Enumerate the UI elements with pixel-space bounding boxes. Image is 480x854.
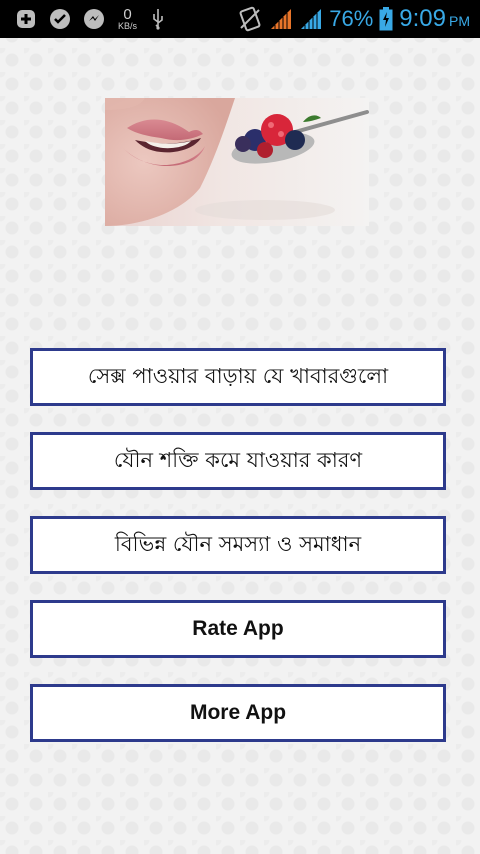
hero-image — [105, 98, 369, 226]
messenger-icon — [84, 9, 104, 29]
clock-ampm: PM — [449, 13, 470, 29]
battery-percent: 76% — [329, 6, 374, 31]
more-app-button[interactable]: More App — [30, 684, 446, 742]
clock: 9:09 PM — [399, 5, 470, 33]
clock-time: 9:09 — [399, 5, 446, 32]
no-sim-icon — [237, 6, 263, 32]
menu-button-sex-power-foods[interactable]: সেক্স পাওয়ার বাড়ায় যে খাবারগুলো — [30, 348, 446, 406]
signal-icon — [269, 7, 293, 31]
signal-icon — [299, 7, 323, 31]
net-speed-unit: KB/s — [118, 21, 138, 31]
menu-button-problems-solutions[interactable]: বিভিন্ন যৌন সমস্যা ও সমাধান — [30, 516, 446, 574]
menu-button-label: সেক্স পাওয়ার বাড়ায় যে খাবারগুলো — [87, 363, 389, 388]
menu-button-label: যৌন শক্তি কমে যাওয়ার কারণ — [113, 447, 363, 472]
usb-icon — [151, 8, 165, 30]
net-speed-value: 0 — [123, 6, 132, 23]
check-circle-icon — [50, 9, 70, 29]
net-speed-meter: 0 KB/s — [118, 7, 137, 31]
battery-charging-icon — [379, 7, 393, 31]
menu-button-causes[interactable]: যৌন শক্তি কমে যাওয়ার কারণ — [30, 432, 446, 490]
add-box-icon — [16, 9, 36, 29]
menu-button-label: বিভিন্ন যৌন সমস্যা ও সমাধান — [114, 531, 362, 556]
rate-app-button[interactable]: Rate App — [30, 600, 446, 658]
menu-button-label: More App — [189, 701, 287, 724]
menu-button-label: Rate App — [192, 617, 284, 640]
status-bar: 0 KB/s 76% 9:09 PM — [0, 0, 480, 38]
